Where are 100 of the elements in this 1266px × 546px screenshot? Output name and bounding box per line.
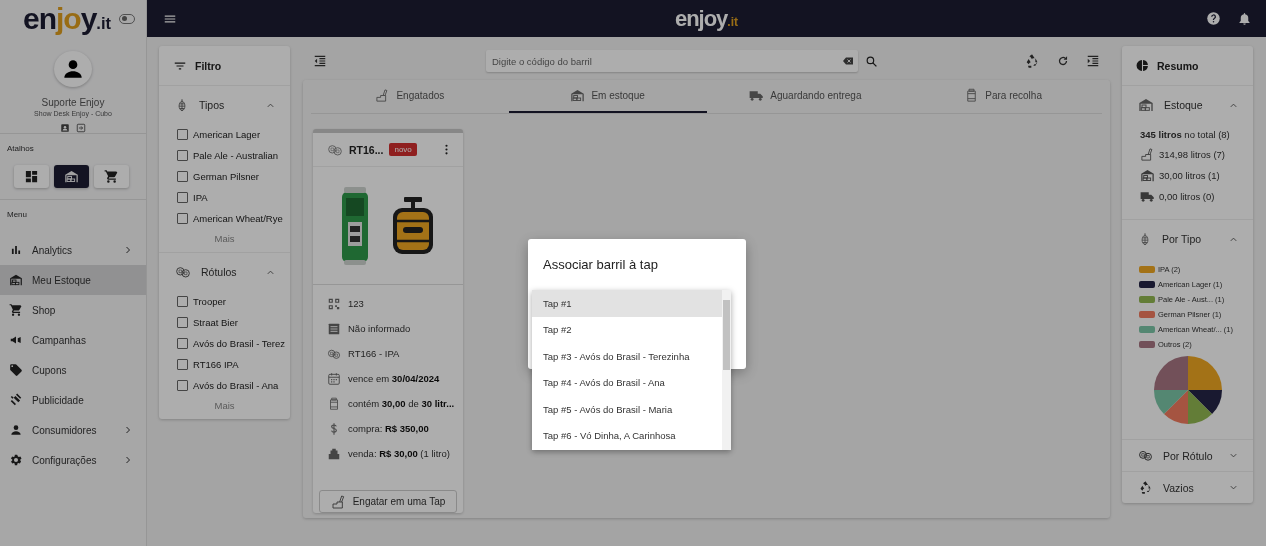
menu-item[interactable]: Meu Estoque: [0, 265, 146, 295]
section-label: Menu: [6, 209, 28, 219]
menu-item[interactable]: Shop: [0, 295, 146, 325]
stock-value: 30,00 litros (1): [1159, 170, 1220, 181]
pie-slice: [1163, 390, 1188, 424]
dropdown-option[interactable]: Tap #2: [532, 316, 722, 343]
menu-item[interactable]: Consumidores: [0, 415, 146, 445]
stock-value: 314,98 litros (7): [1159, 149, 1225, 160]
calendar-icon: [327, 371, 341, 386]
notifications-icon[interactable]: [1237, 11, 1252, 26]
search-icon[interactable]: [865, 54, 878, 68]
option-label: Avós do Brasil - Terez: [193, 338, 286, 349]
dropdown-option[interactable]: Tap #4 - Avós do Brasil - Ana: [532, 369, 722, 396]
pie-chart-icon: [1136, 59, 1149, 72]
pie-slice: [1187, 390, 1212, 424]
logout-icon[interactable]: [76, 123, 86, 133]
detail-text: vence em 30/04/2024: [348, 373, 440, 384]
list-icon: [327, 321, 341, 336]
menu-item[interactable]: Campanhas: [0, 325, 146, 355]
option-label: IPA: [193, 192, 208, 203]
dropdown-option[interactable]: Tap #5 - Avós do Brasil - Maria: [532, 396, 722, 423]
shortcut-button[interactable]: [14, 165, 49, 188]
option-label: Trooper: [193, 296, 226, 307]
clear-icon[interactable]: [842, 55, 854, 67]
pie-slice: [1153, 356, 1188, 390]
bar-chart-icon: [9, 243, 23, 257]
pie-slice: [1153, 390, 1188, 415]
section-title: Estoque: [1164, 99, 1204, 111]
menu-item[interactable]: Publicidade: [0, 385, 146, 415]
tag-icon: [9, 363, 23, 377]
hop-icon: [175, 98, 189, 112]
pie-slice: [1187, 356, 1222, 390]
detail-text: 123: [348, 298, 364, 309]
tap-icon: [330, 493, 347, 510]
dropdown-option[interactable]: Tap #6 - Vó Dinha, A Carinhosa: [532, 422, 722, 449]
checkbox[interactable]: [177, 129, 188, 140]
dialog-title: Associar barril à tap: [543, 257, 658, 272]
contact-card-icon[interactable]: [60, 123, 70, 133]
help-icon[interactable]: [1206, 11, 1221, 26]
option-label: Avós do Brasil - Ana: [193, 380, 279, 391]
shortcut-button[interactable]: [54, 165, 89, 188]
dashboard-icon: [24, 169, 39, 184]
status-badge: novo: [389, 143, 417, 156]
user-name: Suporte Enjoy: [41, 97, 105, 108]
keg-icon: [327, 396, 341, 411]
warehouse-icon: [1140, 168, 1155, 183]
tab[interactable]: Em estoque: [508, 80, 707, 113]
section-title: Tipos: [199, 99, 226, 111]
section-title: Por Tipo: [1162, 233, 1203, 245]
qr-code-icon: [327, 296, 341, 311]
collapse-panel-icon[interactable]: [313, 54, 327, 68]
option-label: Straat Bier: [193, 317, 238, 328]
tab[interactable]: Engatados: [311, 80, 509, 113]
search-box[interactable]: Digite o código do barril: [486, 50, 858, 72]
shortcut-button[interactable]: [94, 165, 129, 188]
checkbox[interactable]: [177, 150, 188, 161]
keg-drawing: [390, 194, 436, 257]
checkbox[interactable]: [177, 317, 188, 328]
section-title: Vazios: [1163, 481, 1195, 494]
detail-text: RT166 - IPA: [348, 348, 400, 359]
tap-icon: [1140, 147, 1155, 162]
detail-text: contém 30,00 de 30 litr...: [348, 398, 455, 409]
warehouse-icon: [1138, 97, 1154, 113]
bottles-icon: [1138, 448, 1153, 463]
checkbox[interactable]: [177, 359, 188, 370]
pie-slice: [1187, 390, 1222, 415]
section-title: Rótulos: [201, 266, 238, 278]
tap-button[interactable]: Engatar em uma Tap: [319, 490, 457, 513]
menu-item[interactable]: Cupons: [0, 355, 146, 385]
dropdown-option[interactable]: Tap #1: [532, 290, 722, 317]
checkbox[interactable]: [177, 192, 188, 203]
expand-panel-icon[interactable]: [1086, 54, 1100, 68]
panel-title: Resumo: [1157, 59, 1199, 72]
refresh-icon[interactable]: [1056, 54, 1070, 68]
hop-icon: [1138, 232, 1152, 246]
truck-icon: [749, 88, 765, 103]
search-field[interactable]: Digite o código do barril: [492, 55, 842, 67]
checkbox[interactable]: [177, 338, 188, 349]
card-title: RT16...: [349, 143, 384, 156]
cash-register-icon: [327, 446, 341, 461]
section-title: Por Rótulo: [1163, 449, 1214, 462]
tab[interactable]: Aguardando entrega: [706, 80, 905, 113]
cart-icon: [104, 169, 119, 184]
tab[interactable]: Para recolha: [904, 80, 1102, 113]
warehouse-icon: [9, 273, 23, 287]
settings-icon: [9, 453, 23, 467]
checkbox[interactable]: [177, 171, 188, 182]
person-icon: [9, 423, 23, 437]
checkbox[interactable]: [177, 296, 188, 307]
dropdown-option[interactable]: Tap #3 - Avós do Brasil - Terezinha: [532, 343, 722, 370]
scrollbar[interactable]: [722, 290, 731, 450]
detail-text: compra: R$ 350,00: [348, 423, 429, 434]
total-text: 345 litros no total (8): [1140, 128, 1230, 140]
warehouse-icon: [570, 88, 586, 103]
checkbox[interactable]: [177, 213, 188, 224]
checkbox[interactable]: [177, 380, 188, 391]
menu-item[interactable]: Configurações: [0, 445, 146, 475]
menu-item[interactable]: Analytics: [0, 235, 146, 265]
detail-text: Não informado: [348, 323, 411, 334]
bottles-icon: [175, 264, 191, 280]
